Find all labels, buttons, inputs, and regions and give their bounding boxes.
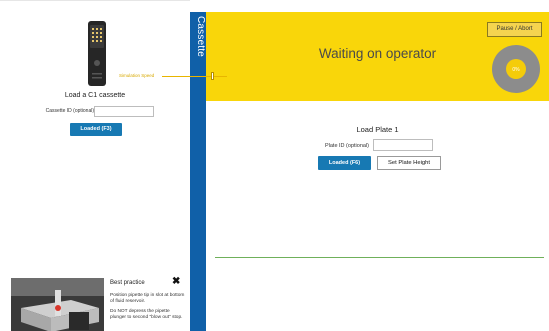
cassette-id-row: Cassette ID (optional) — [0, 106, 190, 118]
cassette-id-input[interactable] — [94, 106, 154, 117]
speed-slider-track[interactable] — [162, 76, 227, 77]
cassette-device-icon — [88, 21, 106, 86]
left-panel: Load a C1 cassette Cassette ID (optional… — [0, 0, 190, 331]
speed-label: Simulation Speed — [119, 73, 155, 78]
best-practice-title: Best practice — [110, 280, 145, 286]
plate-title: Load Plate 1 — [356, 125, 399, 134]
set-plate-height-button[interactable]: Set Plate Height — [377, 156, 441, 170]
app-root: Load a C1 cassette Cassette ID (optional… — [0, 0, 549, 331]
plate-id-label: Plate ID (optional) — [324, 143, 369, 149]
progress-ring-icon: 0% — [492, 45, 540, 93]
cassette-id-label: Cassette ID (optional) — [45, 108, 94, 114]
loaded-f3-button[interactable]: Loaded (F3) — [70, 123, 122, 136]
progress-percent: 0% — [512, 67, 520, 73]
close-icon[interactable]: ✖ — [172, 277, 180, 287]
divider-line — [215, 257, 544, 258]
speed-slider-thumb[interactable] — [210, 72, 214, 80]
cassette-tab-label: Cassette — [195, 16, 206, 58]
best-practice-tip-1: Position pipette tip in slot at bottom o… — [110, 293, 185, 304]
best-practice-tip-2: Do NOT depress the pipette plunger to se… — [110, 309, 183, 320]
plate-id-input[interactable] — [373, 139, 433, 151]
load-cassette-label: Load a C1 cassette — [64, 92, 126, 99]
best-practice-card: Best practice ✖ Position pipette tip in … — [0, 273, 190, 331]
pause-abort-button[interactable]: Pause / Abort — [487, 22, 542, 37]
loaded-f6-button[interactable]: Loaded (F6) — [318, 156, 371, 170]
pipette-photo — [11, 278, 104, 331]
